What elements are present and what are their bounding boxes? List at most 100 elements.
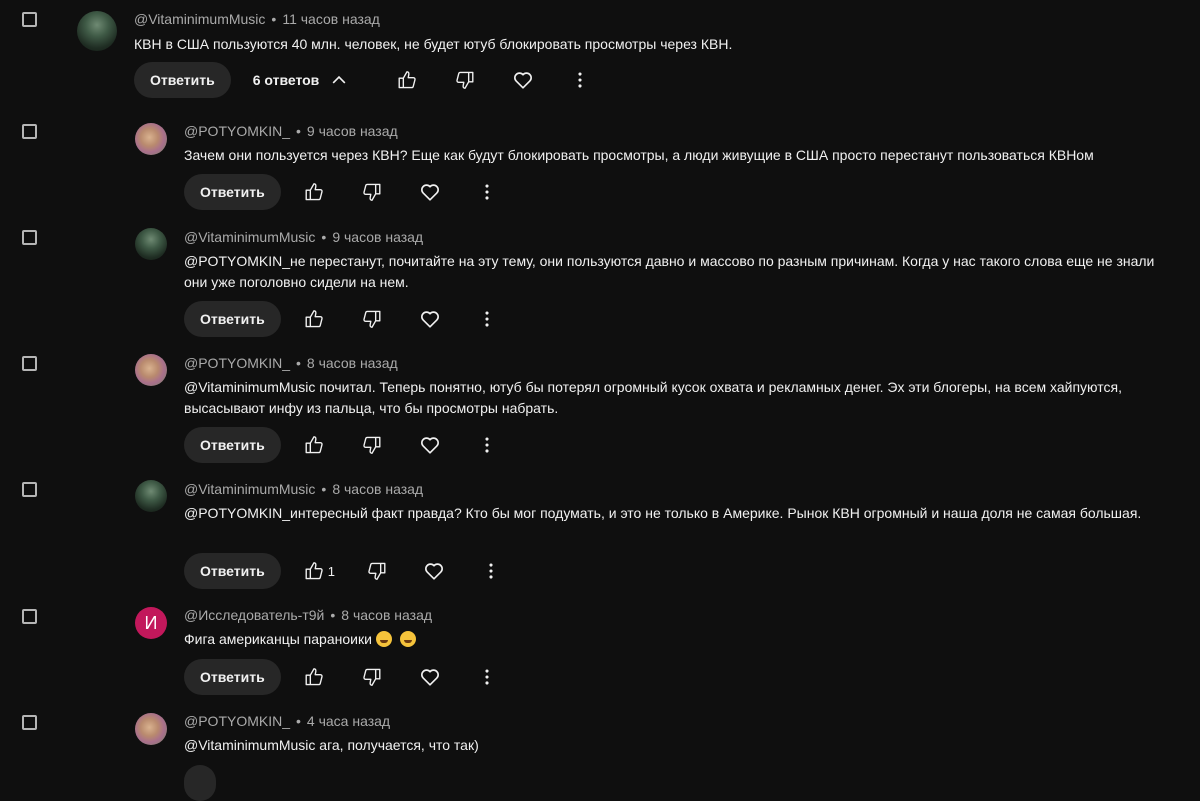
like-icon — [396, 69, 418, 91]
comment-actions: Ответить — [184, 174, 505, 210]
like-button[interactable] — [296, 553, 332, 589]
author-name[interactable]: @POTYOMKIN_ — [184, 355, 290, 371]
chevron-up-icon — [329, 70, 349, 90]
comment-text: Фига американцы параноики — [184, 629, 1174, 650]
comment-text: Зачем они пользуется через КВН? Еще как … — [184, 147, 1094, 163]
dislike-icon — [361, 181, 383, 203]
select-checkbox[interactable] — [22, 482, 37, 497]
timestamp[interactable]: 8 часов назад — [332, 481, 423, 497]
reply-button[interactable]: Ответить — [184, 553, 281, 589]
like-button[interactable] — [389, 62, 425, 98]
heart-button[interactable] — [412, 174, 448, 210]
author-name[interactable]: @Исследователь-т9й — [184, 607, 324, 623]
laughing-emoji — [399, 631, 416, 647]
more-actions-button[interactable] — [469, 174, 505, 210]
dislike-button[interactable] — [447, 62, 483, 98]
timestamp[interactable]: 9 часов назад — [307, 123, 398, 139]
author-name[interactable]: @VitaminimumMusic — [134, 11, 265, 27]
avatar[interactable] — [135, 480, 167, 512]
more-vert-icon — [476, 434, 498, 456]
comment-text: @VitaminimumMusic ага, получается, что т… — [184, 737, 479, 753]
timestamp[interactable]: 9 часов назад — [332, 229, 423, 245]
dislike-icon — [361, 308, 383, 330]
like-icon — [303, 666, 325, 688]
comment-actions: Ответить — [184, 427, 505, 463]
like-icon — [303, 181, 325, 203]
like-button[interactable] — [296, 301, 332, 337]
dislike-icon — [361, 434, 383, 456]
heart-button[interactable] — [416, 553, 452, 589]
replies-toggle-button[interactable]: 6 ответов — [241, 62, 362, 98]
more-actions-button[interactable] — [473, 553, 509, 589]
avatar[interactable] — [135, 713, 167, 745]
timestamp[interactable]: 11 часов назад — [282, 11, 380, 27]
timestamp[interactable]: 8 часов назад — [307, 355, 398, 371]
dislike-button[interactable] — [354, 301, 390, 337]
comment-meta: @VitaminimumMusic • 8 часов назад — [184, 481, 424, 497]
select-checkbox[interactable] — [22, 12, 37, 27]
reply-button[interactable] — [184, 765, 216, 801]
comment-text: КВН в США пользуются 40 млн. человек, не… — [134, 36, 733, 52]
avatar[interactable] — [135, 228, 167, 260]
more-vert-icon — [476, 181, 498, 203]
select-checkbox[interactable] — [22, 356, 37, 371]
comment-actions: Ответить 1 — [184, 553, 509, 589]
select-checkbox[interactable] — [22, 715, 37, 730]
heart-icon — [419, 666, 441, 688]
dislike-button[interactable] — [359, 553, 395, 589]
more-vert-icon — [476, 308, 498, 330]
comment-actions: Ответить — [184, 301, 505, 337]
dislike-icon — [366, 560, 388, 582]
select-checkbox[interactable] — [22, 124, 37, 139]
avatar[interactable] — [135, 354, 167, 386]
heart-button[interactable] — [412, 301, 448, 337]
heart-button[interactable] — [505, 62, 541, 98]
dislike-button[interactable] — [354, 174, 390, 210]
comment-text: @VitaminimumMusic почитал. Теперь понятн… — [184, 379, 1122, 416]
avatar[interactable] — [135, 123, 167, 155]
more-actions-button[interactable] — [562, 62, 598, 98]
like-icon — [303, 560, 325, 582]
like-button[interactable] — [296, 427, 332, 463]
dislike-button[interactable] — [354, 427, 390, 463]
reply-button[interactable]: Ответить — [134, 62, 231, 98]
dislike-icon — [454, 69, 476, 91]
select-checkbox[interactable] — [22, 609, 37, 624]
select-checkbox[interactable] — [22, 230, 37, 245]
like-count: 1 — [327, 563, 335, 579]
more-actions-button[interactable] — [469, 659, 505, 695]
heart-icon — [419, 181, 441, 203]
dislike-button[interactable] — [354, 659, 390, 695]
more-actions-button[interactable] — [469, 301, 505, 337]
dislike-icon — [361, 666, 383, 688]
comment-meta: @POTYOMKIN_ • 9 часов назад — [184, 123, 398, 139]
comment-actions: Ответить — [184, 659, 505, 695]
heart-button[interactable] — [412, 427, 448, 463]
comment-meta: @Исследователь-т9й • 8 часов назад — [184, 607, 433, 623]
replies-count: 6 ответов — [252, 72, 320, 88]
avatar[interactable] — [77, 11, 117, 51]
like-icon — [303, 434, 325, 456]
reply-button[interactable]: Ответить — [184, 174, 281, 210]
author-name[interactable]: @POTYOMKIN_ — [184, 713, 290, 729]
more-actions-button[interactable] — [469, 427, 505, 463]
reply-button[interactable]: Ответить — [184, 301, 281, 337]
comment-text-body: Фига американцы параноики — [184, 631, 372, 647]
author-name[interactable]: @POTYOMKIN_ — [184, 123, 290, 139]
like-button[interactable] — [296, 659, 332, 695]
avatar-letter: И — [144, 612, 158, 633]
like-button[interactable] — [296, 174, 332, 210]
laughing-emoji — [375, 631, 392, 647]
heart-icon — [419, 434, 441, 456]
comment-meta: @VitaminimumMusic • 11 часов назад — [134, 11, 380, 27]
timestamp[interactable]: 8 часов назад — [341, 607, 432, 623]
timestamp[interactable]: 4 часа назад — [307, 713, 390, 729]
avatar[interactable]: И — [135, 607, 167, 639]
more-vert-icon — [569, 69, 591, 91]
author-name[interactable]: @VitaminimumMusic — [184, 481, 315, 497]
heart-button[interactable] — [412, 659, 448, 695]
comment-text: @POTYOMKIN_интересный факт правда? Кто б… — [184, 505, 1142, 521]
author-name[interactable]: @VitaminimumMusic — [184, 229, 315, 245]
reply-button[interactable]: Ответить — [184, 659, 281, 695]
reply-button[interactable]: Ответить — [184, 427, 281, 463]
